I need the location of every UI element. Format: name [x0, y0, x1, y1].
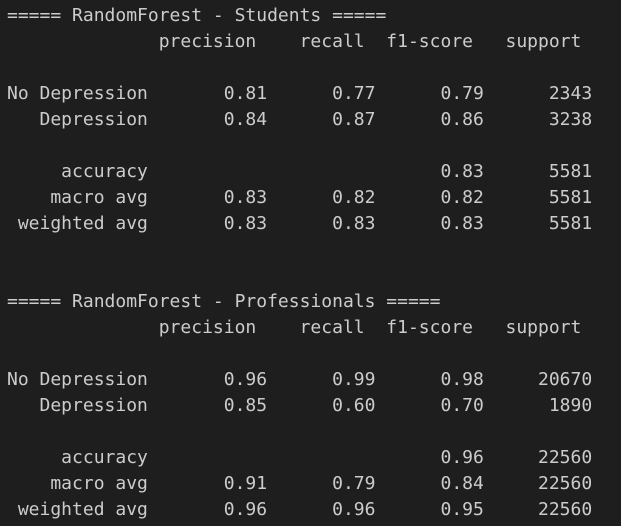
students-report-title: ===== RandomForest - Students ===== [7, 5, 387, 26]
students-header-row: precision recall f1-score support [7, 31, 582, 52]
terminal-output: ===== RandomForest - Students ===== prec… [7, 3, 592, 523]
professionals-row-accuracy: accuracy 0.96 22560 [7, 447, 593, 468]
students-row-macro-avg: macro avg 0.83 0.82 0.82 5581 [7, 187, 593, 208]
terminal-window: ===== RandomForest - Students ===== prec… [0, 0, 621, 526]
students-row-accuracy: accuracy 0.83 5581 [7, 161, 593, 182]
students-row-no-depression: No Depression 0.81 0.77 0.79 2343 [7, 83, 593, 104]
students-row-depression: Depression 0.84 0.87 0.86 3238 [7, 109, 593, 130]
professionals-row-no-depression: No Depression 0.96 0.99 0.98 20670 [7, 369, 593, 390]
professionals-row-weighted-avg: weighted avg 0.96 0.96 0.95 22560 [7, 499, 593, 520]
professionals-header-row: precision recall f1-score support [7, 317, 582, 338]
professionals-report-title: ===== RandomForest - Professionals ===== [7, 291, 441, 312]
professionals-row-depression: Depression 0.85 0.60 0.70 1890 [7, 395, 593, 416]
students-row-weighted-avg: weighted avg 0.83 0.83 0.83 5581 [7, 213, 593, 234]
professionals-row-macro-avg: macro avg 0.91 0.79 0.84 22560 [7, 473, 593, 494]
